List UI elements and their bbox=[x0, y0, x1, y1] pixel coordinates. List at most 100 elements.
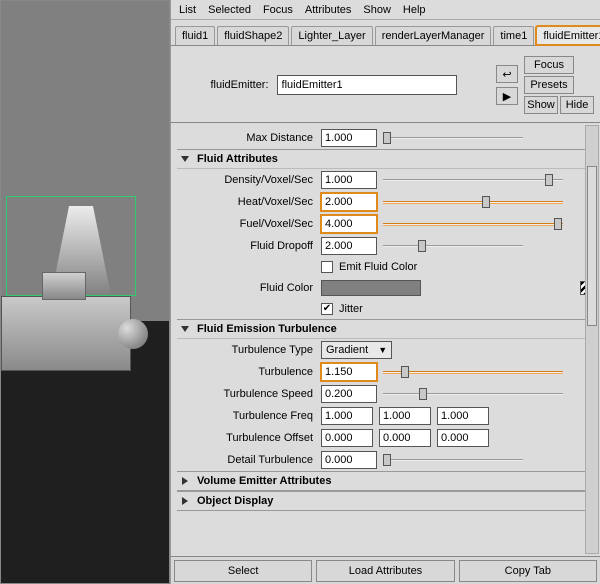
tab-lighter-layer[interactable]: Lighter_Layer bbox=[291, 26, 372, 45]
select-value: Gradient bbox=[326, 344, 368, 356]
attribute-editor: List Selected Focus Attributes Show Help… bbox=[170, 0, 600, 584]
row-density: Density/Voxel/Sec bbox=[195, 169, 594, 191]
row-emit-fluid-color: Emit Fluid Color bbox=[195, 257, 594, 277]
label-turb-offset: Turbulence Offset bbox=[195, 432, 315, 444]
label-max-distance: Max Distance bbox=[195, 132, 315, 144]
twist-right-icon bbox=[179, 495, 191, 507]
slider-dropoff[interactable] bbox=[383, 239, 523, 253]
twist-down-icon bbox=[179, 323, 191, 335]
section-fluid-emission-turbulence[interactable]: Fluid Emission Turbulence bbox=[177, 319, 594, 339]
input-dropoff[interactable] bbox=[321, 237, 377, 255]
attribute-editor-menubar: List Selected Focus Attributes Show Help bbox=[171, 0, 600, 20]
chevron-down-icon: ▼ bbox=[378, 345, 387, 355]
tab-time1[interactable]: time1 bbox=[493, 26, 534, 45]
tab-fluid1[interactable]: fluid1 bbox=[175, 26, 215, 45]
section-title: Fluid Attributes bbox=[197, 153, 278, 165]
input-fuel[interactable] bbox=[321, 215, 377, 233]
label-turbulence: Turbulence bbox=[195, 366, 315, 378]
input-turb-freq-x[interactable] bbox=[321, 407, 373, 425]
section-title: Fluid Emission Turbulence bbox=[197, 323, 337, 335]
twist-right-icon bbox=[179, 475, 191, 487]
focus-button[interactable]: Focus bbox=[524, 56, 574, 74]
camera-mesh[interactable] bbox=[1, 296, 131, 371]
scrollbar-thumb[interactable] bbox=[587, 166, 597, 326]
input-heat[interactable] bbox=[321, 193, 377, 211]
input-turb-speed[interactable] bbox=[321, 385, 377, 403]
input-detail-turb[interactable] bbox=[321, 451, 377, 469]
input-turb-offset-x[interactable] bbox=[321, 429, 373, 447]
label-dropoff: Fluid Dropoff bbox=[195, 240, 315, 252]
label-fuel: Fuel/Voxel/Sec bbox=[195, 218, 315, 230]
presets-button[interactable]: Presets bbox=[524, 76, 574, 94]
copy-tab-button[interactable]: Copy Tab bbox=[459, 560, 597, 582]
section-volume-emitter-attributes[interactable]: Volume Emitter Attributes bbox=[177, 471, 594, 491]
row-jitter: ✔ Jitter bbox=[195, 299, 594, 319]
menu-selected[interactable]: Selected bbox=[208, 4, 251, 16]
tab-renderlayermanager[interactable]: renderLayerManager bbox=[375, 26, 492, 45]
viewport-3d[interactable] bbox=[0, 0, 170, 584]
slider-turb-speed[interactable] bbox=[383, 387, 563, 401]
row-turb-offset: Turbulence Offset bbox=[195, 427, 594, 449]
menu-help[interactable]: Help bbox=[403, 4, 426, 16]
menu-show[interactable]: Show bbox=[363, 4, 391, 16]
slider-turbulence[interactable] bbox=[383, 365, 563, 379]
label-detail-turb: Detail Turbulence bbox=[195, 454, 315, 466]
row-turb-speed: Turbulence Speed bbox=[195, 383, 594, 405]
attributes-scroll-area: Max Distance Fluid Attributes Density/Vo… bbox=[171, 123, 600, 556]
row-turb-freq: Turbulence Freq bbox=[195, 405, 594, 427]
checkbox-emit-fluid-color[interactable] bbox=[321, 261, 333, 273]
input-turb-offset-z[interactable] bbox=[437, 429, 489, 447]
row-detail-turb: Detail Turbulence bbox=[195, 449, 594, 471]
bottom-button-bar: Select Load Attributes Copy Tab bbox=[171, 556, 600, 584]
select-turb-type[interactable]: Gradient ▼ bbox=[321, 341, 392, 359]
section-title: Volume Emitter Attributes bbox=[197, 475, 331, 487]
slider-max-distance[interactable] bbox=[383, 131, 523, 145]
vertical-scrollbar[interactable] bbox=[585, 125, 599, 554]
input-density[interactable] bbox=[321, 171, 377, 189]
menu-list[interactable]: List bbox=[179, 4, 196, 16]
input-turb-freq-y[interactable] bbox=[379, 407, 431, 425]
node-type-label: fluidEmitter: bbox=[210, 79, 268, 91]
slider-heat[interactable] bbox=[383, 195, 563, 209]
slider-detail-turb[interactable] bbox=[383, 453, 523, 467]
show-button[interactable]: Show bbox=[524, 96, 558, 114]
label-jitter: Jitter bbox=[339, 303, 363, 315]
slider-density[interactable] bbox=[383, 173, 563, 187]
io-in-icon[interactable]: ↩ bbox=[496, 65, 518, 83]
label-turb-type: Turbulence Type bbox=[195, 344, 315, 356]
label-density: Density/Voxel/Sec bbox=[195, 174, 315, 186]
hide-button[interactable]: Hide bbox=[560, 96, 594, 114]
swatch-fluid-color[interactable] bbox=[321, 280, 421, 296]
row-fuel: Fuel/Voxel/Sec bbox=[195, 213, 594, 235]
select-button[interactable]: Select bbox=[174, 560, 312, 582]
section-fluid-attributes[interactable]: Fluid Attributes bbox=[177, 149, 594, 169]
slider-fuel[interactable] bbox=[383, 217, 563, 231]
row-max-distance: Max Distance bbox=[195, 127, 594, 149]
menu-focus[interactable]: Focus bbox=[263, 4, 293, 16]
row-turbulence: Turbulence bbox=[195, 361, 594, 383]
row-heat: Heat/Voxel/Sec bbox=[195, 191, 594, 213]
label-turb-freq: Turbulence Freq bbox=[195, 410, 315, 422]
section-title: Object Display bbox=[197, 495, 273, 507]
load-attributes-button[interactable]: Load Attributes bbox=[316, 560, 454, 582]
input-turb-freq-z[interactable] bbox=[437, 407, 489, 425]
label-heat: Heat/Voxel/Sec bbox=[195, 196, 315, 208]
row-turb-type: Turbulence Type Gradient ▼ bbox=[195, 339, 594, 361]
section-object-display[interactable]: Object Display bbox=[177, 491, 594, 511]
row-dropoff: Fluid Dropoff bbox=[195, 235, 594, 257]
checkbox-jitter[interactable]: ✔ bbox=[321, 303, 333, 315]
node-header: fluidEmitter: ↩ ▶ Focus Presets Show Hid… bbox=[171, 46, 600, 123]
label-turb-speed: Turbulence Speed bbox=[195, 388, 315, 400]
node-tabs: fluid1 fluidShape2 Lighter_Layer renderL… bbox=[171, 20, 600, 46]
tab-fluidemitter1[interactable]: fluidEmitter1 bbox=[536, 26, 600, 45]
input-turbulence[interactable] bbox=[321, 363, 377, 381]
row-fluid-color: Fluid Color bbox=[195, 277, 594, 299]
io-out-icon[interactable]: ▶ bbox=[496, 87, 518, 105]
label-emit-fluid-color: Emit Fluid Color bbox=[339, 261, 417, 273]
twist-down-icon bbox=[179, 153, 191, 165]
node-name-input[interactable] bbox=[277, 75, 457, 95]
input-turb-offset-y[interactable] bbox=[379, 429, 431, 447]
menu-attributes[interactable]: Attributes bbox=[305, 4, 351, 16]
tab-fluidshape2[interactable]: fluidShape2 bbox=[217, 26, 289, 45]
input-max-distance[interactable] bbox=[321, 129, 377, 147]
